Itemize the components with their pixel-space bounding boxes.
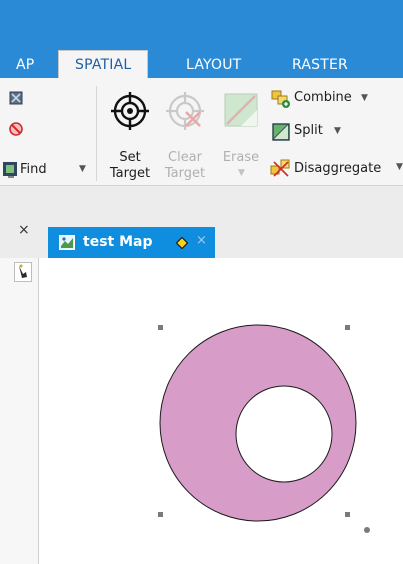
clear-target-label-line1[interactable]: Clear bbox=[163, 150, 207, 166]
split-button[interactable]: Split bbox=[294, 123, 323, 139]
pan-tool-icon bbox=[19, 264, 27, 278]
split-icon[interactable] bbox=[272, 123, 290, 141]
modified-diamond-icon bbox=[176, 237, 188, 249]
map-document-icon bbox=[59, 235, 75, 250]
selection-handle-bottom-left[interactable] bbox=[158, 512, 163, 517]
erase-label[interactable]: Erase bbox=[218, 150, 264, 166]
selection-handle-bottom-right[interactable] bbox=[345, 512, 350, 517]
map-drawing bbox=[158, 324, 370, 533]
document-tab-test-map[interactable]: test Map × bbox=[48, 227, 215, 258]
document-tab-title: test Map bbox=[83, 234, 153, 250]
delete-selection-icon[interactable] bbox=[8, 121, 24, 137]
split-dropdown-icon[interactable]: ▼ bbox=[334, 126, 341, 136]
ribbon-panel: Find ▼ Set Target Clear Target Erase ▼ C… bbox=[0, 78, 403, 186]
tab-map[interactable]: AP bbox=[16, 52, 34, 78]
select-tool-icon[interactable] bbox=[8, 90, 24, 106]
disaggregate-button[interactable]: Disaggregate bbox=[294, 161, 381, 177]
group-separator bbox=[96, 86, 97, 181]
clear-target-icon[interactable] bbox=[166, 92, 204, 130]
disaggregate-dropdown-icon[interactable]: ▼ bbox=[396, 162, 403, 172]
document-tab-close-icon[interactable]: × bbox=[196, 233, 207, 248]
map-canvas[interactable] bbox=[39, 258, 403, 564]
tab-layout[interactable]: LAYOUT bbox=[186, 52, 241, 78]
clear-target-label-line2[interactable]: Target bbox=[161, 166, 209, 182]
tab-raster[interactable]: RASTER bbox=[292, 52, 348, 78]
find-button[interactable]: Find bbox=[20, 162, 47, 178]
set-target-icon[interactable] bbox=[111, 92, 149, 130]
selection-handle-top-right[interactable] bbox=[345, 325, 350, 330]
find-dropdown-icon[interactable]: ▼ bbox=[79, 164, 86, 174]
tab-spatial[interactable]: SPATIAL bbox=[58, 50, 149, 79]
set-target-label-line2[interactable]: Target bbox=[106, 166, 154, 182]
selected-polygon[interactable] bbox=[159, 324, 357, 522]
group-label-fragment bbox=[8, 176, 14, 178]
app-window: AP SPATIAL LAYOUT RASTER Find ▼ Set Targ… bbox=[0, 0, 403, 564]
disaggregate-icon[interactable] bbox=[270, 158, 292, 178]
erase-icon[interactable] bbox=[223, 92, 259, 128]
set-target-label-line1[interactable]: Set bbox=[108, 150, 152, 166]
ribbon-tab-strip: AP SPATIAL LAYOUT RASTER bbox=[0, 0, 403, 79]
donut-polygon bbox=[159, 324, 357, 522]
rotation-handle[interactable] bbox=[364, 527, 370, 533]
find-icon[interactable] bbox=[2, 161, 18, 177]
panel-tool-button[interactable] bbox=[14, 262, 32, 282]
left-side-panel bbox=[0, 258, 39, 564]
combine-button[interactable]: Combine bbox=[294, 90, 352, 106]
erase-dropdown-icon[interactable]: ▼ bbox=[238, 168, 245, 178]
combine-icon[interactable] bbox=[271, 90, 291, 108]
selection-handle-top-left[interactable] bbox=[158, 325, 163, 330]
panel-close-icon[interactable]: × bbox=[18, 222, 30, 238]
combine-dropdown-icon[interactable]: ▼ bbox=[361, 93, 368, 103]
